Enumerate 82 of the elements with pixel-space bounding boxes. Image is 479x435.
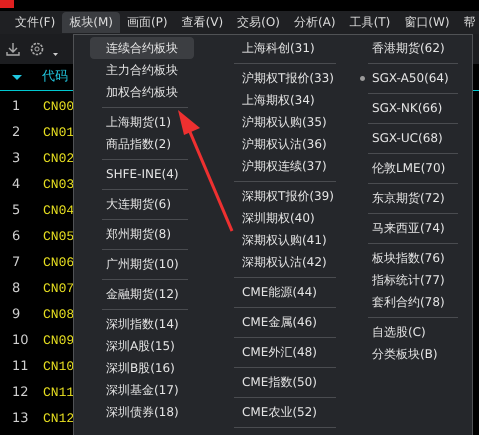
menu-item[interactable]: 深圳指数(14)	[90, 313, 195, 335]
menu-item[interactable]: CME农业(52)	[238, 401, 321, 423]
sort-icon[interactable]	[12, 74, 22, 80]
menu-item[interactable]: CME能源(44)	[238, 281, 321, 303]
code-cell-text: CN08	[43, 306, 74, 324]
app-icon	[0, 0, 14, 8]
menu-item[interactable]: 香港期货(62)	[368, 37, 449, 59]
code-cell-text: CN02	[43, 150, 74, 168]
row-number: 5	[11, 202, 22, 220]
code-cell-text: CN09	[43, 332, 74, 350]
menu-item[interactable]: 上海期权(34)	[238, 89, 319, 111]
menu-item[interactable]: 工具(T)	[342, 12, 398, 33]
menu-item[interactable]: CME金属(46)	[238, 311, 321, 333]
code-cell-text: CN11	[43, 384, 74, 402]
menu-item[interactable]: 沪期权连续(37)	[238, 155, 331, 177]
menu-item[interactable]: SGX-NK(66)	[368, 97, 446, 119]
menu-item[interactable]: 板块(M)	[62, 12, 120, 33]
code-cell-text: CN05	[43, 228, 74, 246]
menu-item[interactable]: SHFE-INE(4)	[90, 163, 195, 185]
row-number: 1	[11, 98, 22, 116]
row-number: 3	[11, 150, 22, 168]
menu-item[interactable]: 连续合约板块	[90, 37, 194, 59]
menu-item[interactable]: 沪期权认购(35)	[238, 111, 331, 133]
row-number: 4	[11, 176, 22, 194]
menu-item[interactable]: 沪期权T报价(33)	[238, 67, 338, 89]
settings-icon[interactable]	[29, 41, 45, 57]
row-number: 7	[11, 254, 22, 272]
column-header[interactable]: 代码	[42, 67, 68, 87]
row-number: 8	[11, 280, 22, 298]
menu-item[interactable]: 加权合约板块	[90, 81, 194, 103]
menu-item[interactable]: 马来西亚(74)	[368, 217, 449, 239]
row-number: 12	[11, 384, 30, 402]
menu-item[interactable]: 深期权认沽(42)	[238, 251, 331, 273]
code-cell-text: CN01	[43, 124, 74, 142]
code-cell-text: CN00	[43, 98, 74, 116]
menu-item[interactable]: 深期权认购(41)	[238, 229, 331, 251]
menu-item[interactable]: 深圳基金(17)	[90, 379, 195, 401]
menu-item[interactable]: 金融期货(12)	[90, 283, 195, 305]
menu-item[interactable]: 深期权T报价(39)	[238, 185, 338, 207]
row-number: 11	[11, 358, 30, 376]
menu-item[interactable]: 分类板块(B)	[368, 343, 442, 365]
menu-item[interactable]: 深圳B股(16)	[90, 357, 191, 379]
row-number: 6	[11, 228, 22, 246]
menu-item[interactable]: 东京期货(72)	[368, 187, 449, 209]
menu-item[interactable]: 指标统计(77)	[368, 269, 449, 291]
menu-item[interactable]: 深圳A股(15)	[90, 335, 191, 357]
menu-item[interactable]: 文件(F)	[8, 12, 62, 33]
caret-icon[interactable]	[53, 52, 58, 56]
menu-item[interactable]: 广州期货(10)	[90, 253, 195, 275]
menu-item[interactable]: 沪期权认沽(36)	[238, 133, 331, 155]
download-icon[interactable]	[5, 41, 21, 57]
menu-item[interactable]: 窗口(W)	[397, 12, 456, 33]
code-cell-text: CN04	[43, 202, 74, 220]
menu-item[interactable]: 帮	[456, 12, 479, 33]
menu-item[interactable]: 板块指数(76)	[368, 247, 449, 269]
menu-item[interactable]: 主力合约板块	[90, 59, 194, 81]
menu-item[interactable]: SGX-UC(68)	[368, 127, 447, 149]
menu-item[interactable]: 分析(A)	[286, 12, 343, 33]
menu-item[interactable]: 上海科创(31)	[238, 37, 319, 59]
menu-item[interactable]: 伦敦LME(70)	[368, 157, 450, 179]
code-cell-text: CN12	[43, 410, 74, 428]
menu-item[interactable]: 大连期货(6)	[90, 193, 187, 215]
menu-item[interactable]: 套利合约(78)	[368, 291, 449, 313]
menu-item[interactable]: 深圳债券(18)	[90, 401, 195, 423]
menu-item[interactable]: 自选股(C)	[368, 321, 430, 343]
code-cell-text: CN10	[43, 358, 74, 376]
menu-item[interactable]: 郑州期货(8)	[90, 223, 187, 245]
menu-item[interactable]: 交易(O)	[230, 12, 287, 33]
menu-item[interactable]: 查看(V)	[174, 12, 230, 33]
menu-item[interactable]: 画面(P)	[120, 12, 175, 33]
menu-item[interactable]: SGX-A50(64)	[368, 67, 453, 89]
menu-item[interactable]: CME指数(50)	[238, 371, 321, 393]
code-cell-text: CN07	[43, 280, 74, 298]
row-number: 2	[11, 124, 22, 142]
code-cell-text: CN06	[43, 254, 74, 272]
row-number: 9	[11, 306, 22, 324]
code-cell-text: CN03	[43, 176, 74, 194]
menu-item[interactable]: 商品指数(2)	[90, 133, 187, 155]
menu-item[interactable]: 深圳期权(40)	[238, 207, 319, 229]
row-number: 13	[11, 410, 30, 428]
menu-item[interactable]: CME外汇(48)	[238, 341, 321, 363]
row-number: 10	[11, 332, 30, 350]
